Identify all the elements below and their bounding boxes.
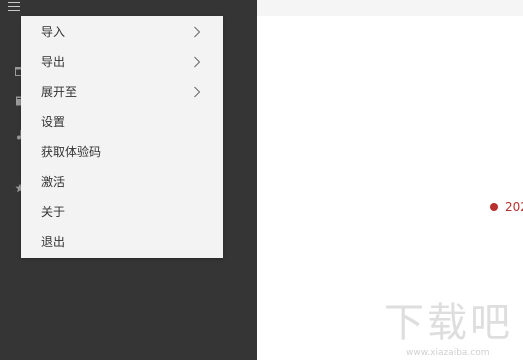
menu-item-label: 设置 [41,115,66,129]
menu-item-import[interactable]: 导入 [21,17,223,47]
menu-item-export[interactable]: 导出 [21,47,223,77]
app-window: 202 导入 导出 展开至 设置 获取体验码 激活 [0,0,523,360]
menu-item-activate[interactable]: 激活 [21,167,223,197]
chevron-right-icon [194,86,201,98]
menu-item-label: 退出 [41,235,66,249]
menu-item-expand-to[interactable]: 展开至 [21,77,223,107]
app-dropdown-menu: 导入 导出 展开至 设置 获取体验码 激活 关于 退出 [21,16,223,258]
timeline-label: 202 [505,200,523,214]
menu-item-get-trial-code[interactable]: 获取体验码 [21,137,223,167]
menu-item-exit[interactable]: 退出 [21,227,223,257]
menu-item-label: 获取体验码 [41,145,102,159]
menu-item-label: 关于 [41,205,66,219]
watermark: 下载吧 www.xiazaiba.com [384,298,523,360]
menu-item-label: 展开至 [41,85,78,99]
watermark-url: www.xiazaiba.com [406,348,490,358]
timeline-dot [490,203,498,211]
menu-item-label: 激活 [41,175,66,189]
menu-item-about[interactable]: 关于 [21,197,223,227]
top-toolbar [257,0,523,16]
watermark-logo-text: 下载吧 [384,300,513,346]
hamburger-menu-icon[interactable] [8,0,22,12]
menu-item-settings[interactable]: 设置 [21,107,223,137]
chevron-right-icon [194,26,201,38]
menu-item-label: 导出 [41,55,66,69]
chevron-right-icon [194,56,201,68]
menu-item-label: 导入 [41,25,66,39]
